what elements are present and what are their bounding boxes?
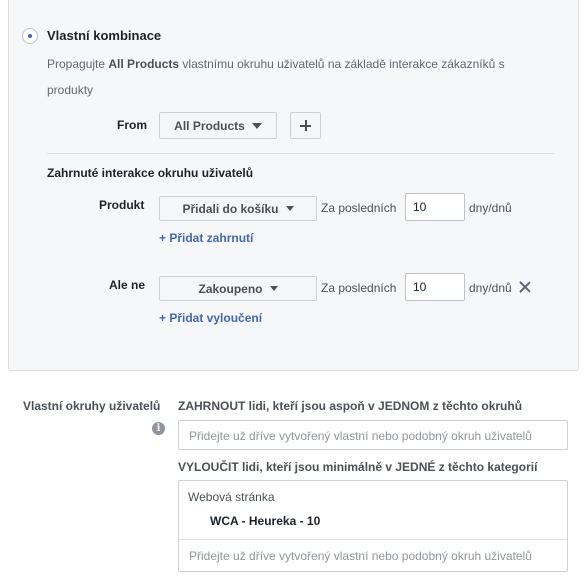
info-icon[interactable]: i [152,422,165,435]
from-label: From [117,118,147,132]
exclude-event-value: Zakoupeno [198,281,263,296]
desc-text-pre: Propagujte [47,57,109,71]
from-dropdown-value: All Products [174,118,245,133]
include-audiences-input[interactable]: Přidejte už dříve vytvořený vlastní nebo… [178,420,568,450]
radio-selected-icon[interactable] [22,28,38,44]
exclude-audience-item[interactable]: WCA - Heureka - 10 [210,514,320,528]
include-within-label: Za posledních [321,201,397,215]
from-dropdown[interactable]: All Products [159,112,277,139]
rule-description: Propagujte All Products vlastnímu okruhu… [47,51,547,103]
include-days-input[interactable]: 10 [405,193,465,221]
include-days-unit: dny/dnů [469,201,512,215]
interactions-heading: Zahrnuté interakce okruhu uživatelů [47,166,254,180]
include-event-dropdown[interactable]: Přidali do košíku [159,196,317,221]
include-days-value: 10 [413,200,427,214]
exclude-days-unit: dny/dnů [469,281,512,295]
divider [47,153,555,154]
include-audiences-heading: ZAHRNOUT lidi, kteří jsou aspoň v JEDNOM… [178,399,523,413]
close-icon[interactable] [519,281,531,293]
include-audiences-placeholder: Přidejte už dříve vytvořený vlastní nebo… [189,429,532,443]
audiences-label: Vlastní okruhy uživatelů [23,399,161,413]
divider [179,539,567,540]
exclude-audiences-box: Webová stránka WCA - Heureka - 10 Přidej… [178,480,568,572]
exclude-within-label: Za posledních [321,281,397,295]
exclude-days-value: 10 [413,280,427,294]
caret-down-icon [269,286,278,291]
exclude-group-label: Webová stránka [188,490,275,504]
caret-down-icon [285,206,294,211]
exclude-event-dropdown[interactable]: Zakoupeno [159,276,317,301]
caret-down-icon [251,122,262,129]
plus-icon[interactable] [290,112,321,139]
desc-text-bold: All Products [108,57,180,71]
add-exclude-link[interactable]: + Přidat vyloučení [159,311,262,325]
exclude-row-label: Ale ne [109,278,146,292]
exclude-days-input[interactable]: 10 [405,273,465,301]
rule-title: Vlastní kombinace [47,28,162,43]
include-row-label: Produkt [99,198,145,212]
exclude-audiences-heading: VYLOUČIT lidi, kteří jsou minimálně v JE… [178,460,538,474]
add-include-link[interactable]: + Přidat zahrnutí [159,231,253,245]
include-event-value: Přidali do košíku [182,201,279,216]
exclude-audiences-placeholder[interactable]: Přidejte už dříve vytvořený vlastní nebo… [189,549,532,563]
